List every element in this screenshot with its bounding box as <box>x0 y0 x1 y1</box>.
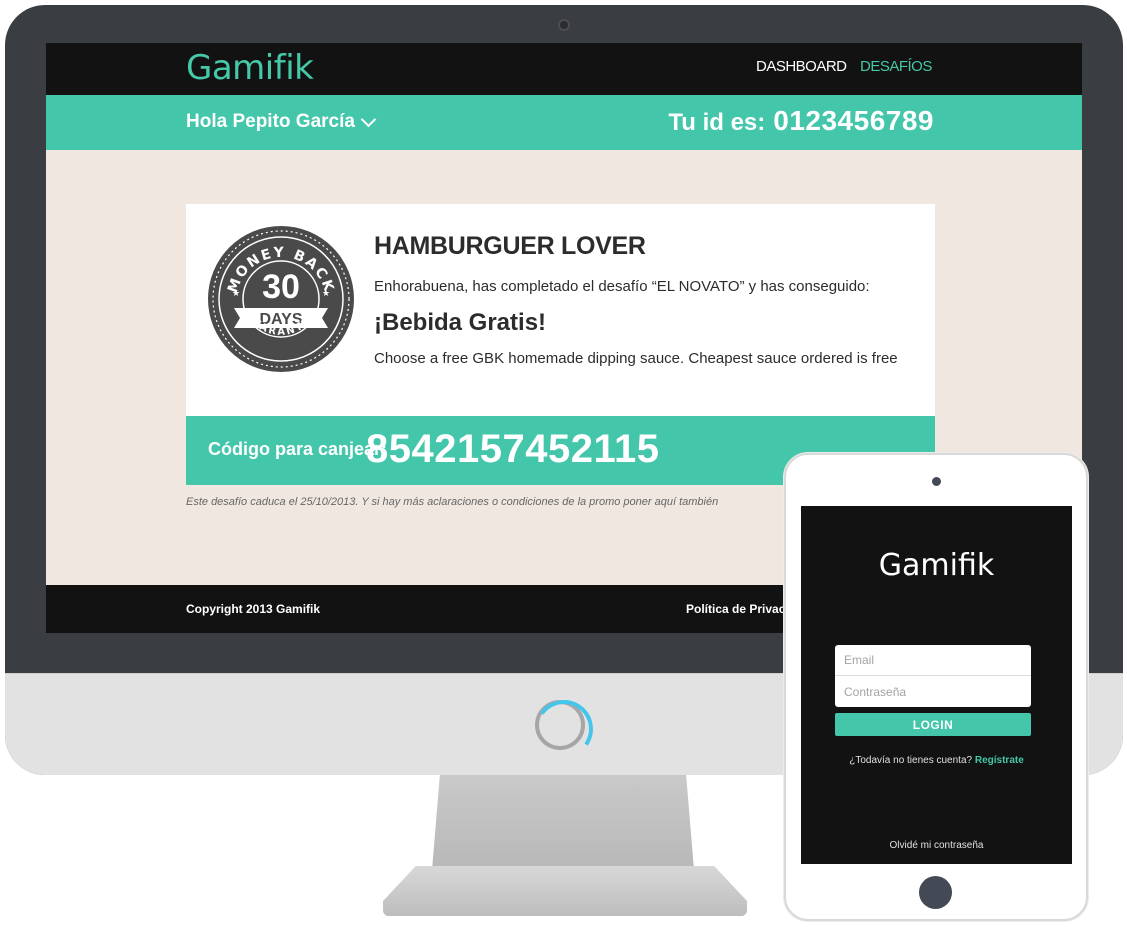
logo[interactable]: Gamifik <box>186 48 314 88</box>
tablet-device: Gamifik LOGIN ¿Todavía no tienes cuenta?… <box>784 453 1088 921</box>
user-id-value: 0123456789 <box>773 105 934 136</box>
email-input[interactable] <box>835 645 1031 676</box>
redeem-code-label: Código para canjear: <box>208 439 388 459</box>
signup-prompt-text: ¿Todavía no tienes cuenta? <box>849 755 973 766</box>
imac-stand-base <box>383 866 747 916</box>
user-bar: Hola Pepito García Tu id es: 0123456789 <box>46 95 1082 150</box>
tablet-login-screen: Gamifik LOGIN ¿Todavía no tienes cuenta?… <box>801 506 1072 864</box>
signup-prompt: ¿Todavía no tienes cuenta? Regístrate <box>801 755 1072 766</box>
signup-link[interactable]: Regístrate <box>975 755 1024 766</box>
forgot-password-link[interactable]: Olvidé mi contraseña <box>801 840 1072 851</box>
badge-number: 30 <box>262 268 300 306</box>
challenge-card: MONEY BACK 30 DAYS GUARANTEE ★ ★ HAMBURG… <box>186 204 935 416</box>
tablet-logo: Gamifik <box>878 548 995 583</box>
nav-desafios-link[interactable]: DESAFÍOS <box>860 58 932 75</box>
user-greeting: Hola Pepito García <box>186 111 355 132</box>
svg-text:★: ★ <box>232 288 240 298</box>
login-form <box>835 645 1031 707</box>
challenge-reward: ¡Bebida Gratis! <box>374 309 547 336</box>
nav-dashboard-link[interactable]: DASHBOARD <box>756 58 847 75</box>
imac-camera <box>558 19 570 31</box>
power-indicator-icon <box>535 700 585 750</box>
tablet-camera <box>932 477 941 486</box>
challenge-message: Enhorabuena, has completado el desafío “… <box>374 278 870 295</box>
chevron-down-icon <box>360 111 377 127</box>
copyright-text: Copyright 2013 Gamifik <box>186 602 321 616</box>
password-input[interactable] <box>835 676 1031 707</box>
expiry-note: Este desafío caduca el 25/10/2013. Y si … <box>186 496 719 508</box>
login-button[interactable]: LOGIN <box>835 713 1031 736</box>
imac-stand-neck <box>432 775 694 870</box>
money-back-badge-icon: MONEY BACK 30 DAYS GUARANTEE ★ ★ <box>208 226 354 372</box>
user-menu-toggle[interactable]: Hola Pepito García <box>186 111 377 133</box>
user-id-display: Tu id es: 0123456789 <box>668 105 934 137</box>
user-id-label: Tu id es: <box>668 109 766 136</box>
redeem-code-value: 8542157452115 <box>366 427 660 471</box>
tablet-home-button[interactable] <box>919 876 952 909</box>
challenge-title: HAMBURGUER LOVER <box>374 232 646 260</box>
svg-text:★: ★ <box>322 288 330 298</box>
top-navigation: Gamifik DASHBOARD DESAFÍOS <box>46 43 1082 95</box>
challenge-description: Choose a free GBK homemade dipping sauce… <box>374 350 898 367</box>
